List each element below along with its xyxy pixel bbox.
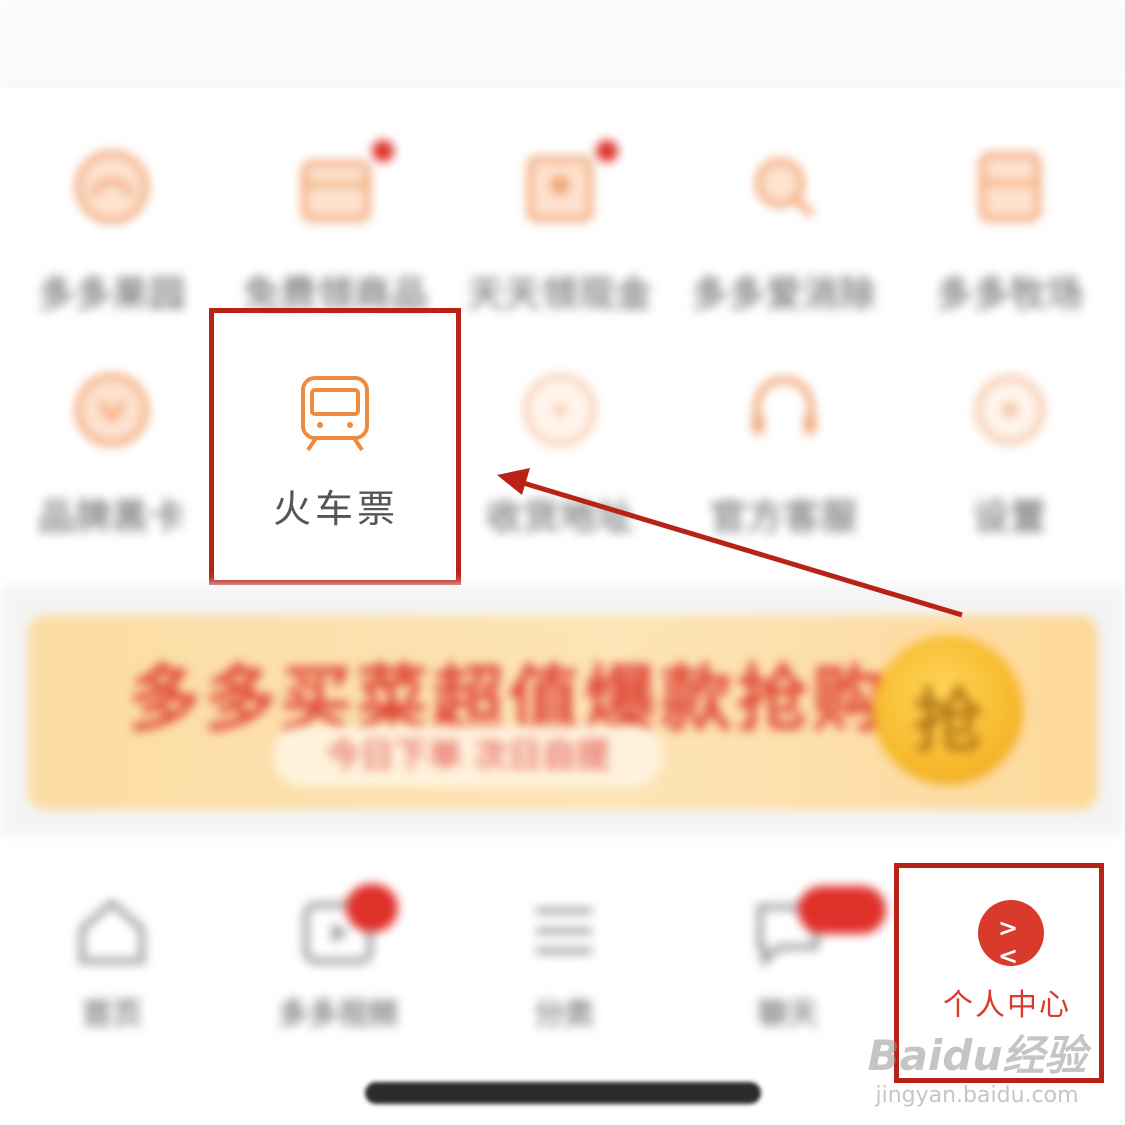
annotation-arrow	[497, 468, 963, 618]
